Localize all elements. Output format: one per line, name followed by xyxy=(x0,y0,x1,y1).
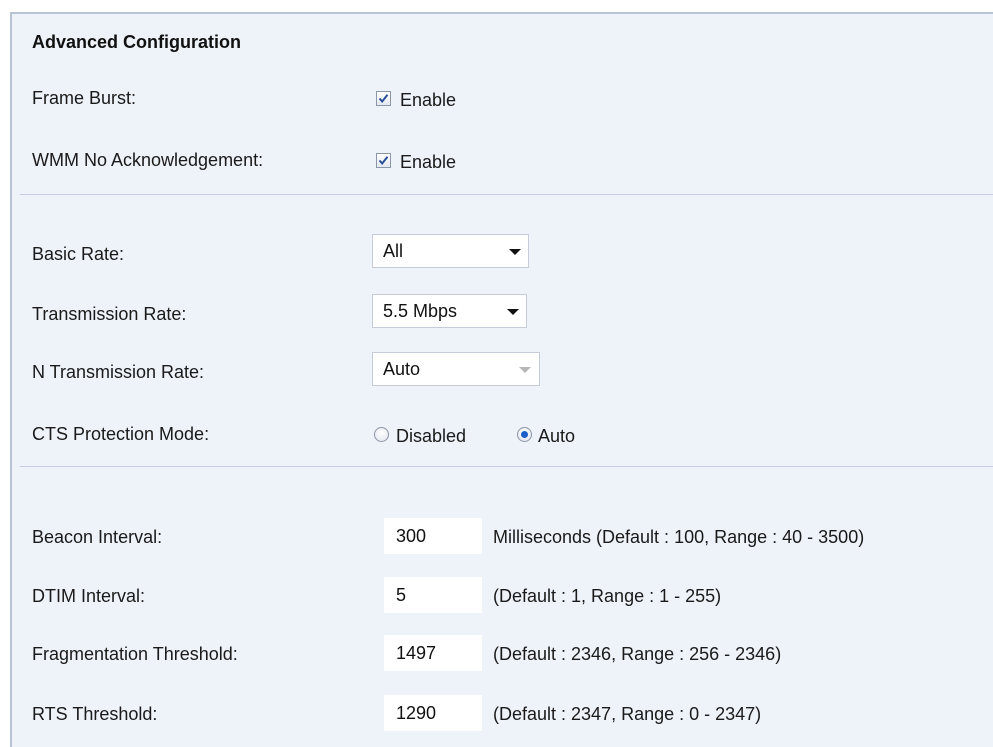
checkmark-icon xyxy=(378,94,389,104)
cts-disabled-label: Disabled xyxy=(396,426,467,446)
section-divider xyxy=(20,466,993,467)
fragmentation-threshold-label: Fragmentation Threshold: xyxy=(32,644,238,664)
frame-burst-enable-label: Enable xyxy=(400,90,457,110)
basic-rate-value: All xyxy=(383,241,404,261)
rts-threshold-label: RTS Threshold: xyxy=(32,704,158,724)
frame-burst-label: Frame Burst: xyxy=(32,88,137,108)
radio-selected-dot xyxy=(521,431,528,438)
fragmentation-threshold-hint: (Default : 2346, Range : 256 - 2346) xyxy=(493,644,782,664)
advanced-configuration-panel: Advanced Configuration Frame Burst: Enab… xyxy=(10,12,993,747)
cts-auto-label: Auto xyxy=(538,426,576,446)
basic-rate-select[interactable]: All xyxy=(372,234,529,268)
wmm-no-ack-label: WMM No Acknowledgement: xyxy=(32,150,264,170)
n-transmission-rate-select[interactable]: Auto xyxy=(372,352,540,386)
n-transmission-rate-value: Auto xyxy=(383,359,421,379)
fragmentation-threshold-input[interactable] xyxy=(384,635,482,671)
chevron-down-icon xyxy=(509,249,521,255)
basic-rate-label: Basic Rate: xyxy=(32,244,125,264)
chevron-down-icon xyxy=(519,367,531,373)
dtim-interval-input[interactable] xyxy=(384,577,482,613)
rts-threshold-hint: (Default : 2347, Range : 0 - 2347) xyxy=(493,704,762,724)
section-title: Advanced Configuration xyxy=(32,32,242,52)
beacon-interval-hint: Milliseconds (Default : 100, Range : 40 … xyxy=(493,527,865,547)
cts-protection-label: CTS Protection Mode: xyxy=(32,424,210,444)
beacon-interval-input[interactable] xyxy=(384,518,482,554)
transmission-rate-select[interactable]: 5.5 Mbps xyxy=(372,294,527,328)
cts-auto-radio[interactable] xyxy=(517,427,532,442)
chevron-down-icon xyxy=(507,309,519,315)
dtim-interval-label: DTIM Interval: xyxy=(32,586,146,606)
cts-disabled-radio[interactable] xyxy=(374,427,389,442)
beacon-interval-label: Beacon Interval: xyxy=(32,527,163,547)
dtim-interval-hint: (Default : 1, Range : 1 - 255) xyxy=(493,586,722,606)
rts-threshold-input[interactable] xyxy=(384,695,482,731)
transmission-rate-label: Transmission Rate: xyxy=(32,304,187,324)
frame-burst-checkbox[interactable] xyxy=(376,91,391,106)
wmm-no-ack-checkbox[interactable] xyxy=(376,153,391,168)
wmm-no-ack-enable-label: Enable xyxy=(400,152,457,172)
section-divider xyxy=(20,194,993,195)
transmission-rate-value: 5.5 Mbps xyxy=(383,301,458,321)
n-transmission-rate-label: N Transmission Rate: xyxy=(32,362,205,382)
checkmark-icon xyxy=(378,156,389,166)
